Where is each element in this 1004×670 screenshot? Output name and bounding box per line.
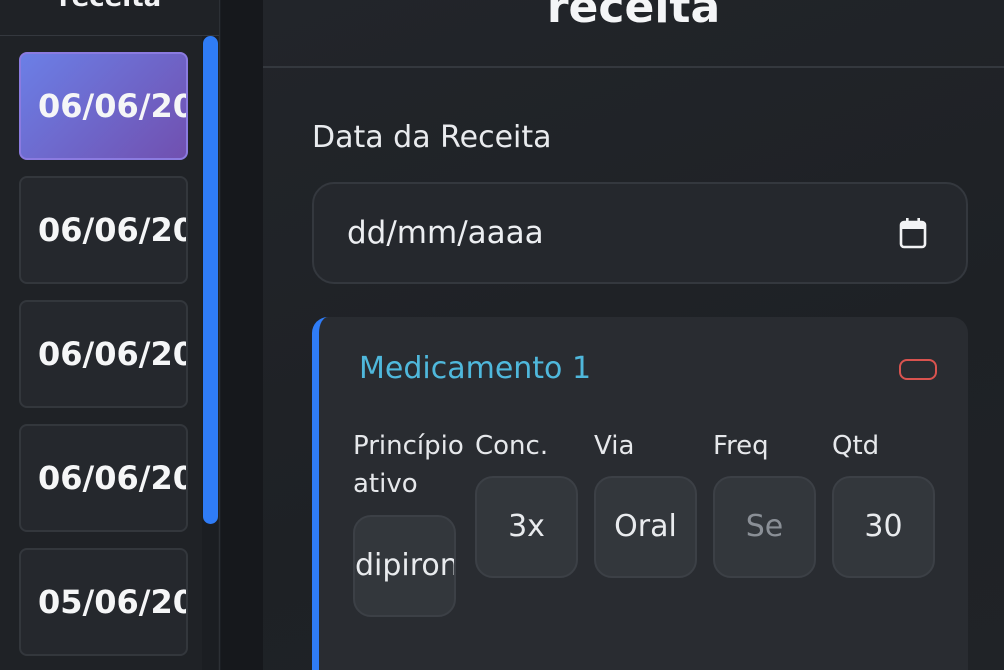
- date-input[interactable]: dd/mm/aaaa: [312, 182, 968, 284]
- history-item[interactable]: 05/06/2025: [19, 548, 188, 656]
- date-label: Data da Receita: [312, 120, 552, 155]
- principio-label: Princípio ativo: [353, 431, 464, 499]
- history-list: 06/06/2025 06/06/2025 06/06/2025 06/06/2…: [0, 36, 219, 670]
- conc-label: Conc.: [475, 431, 549, 461]
- sidebar-scrollbar-thumb[interactable]: [203, 36, 218, 524]
- freq-label: Freq: [713, 431, 769, 461]
- history-item[interactable]: 06/06/2025: [19, 52, 188, 160]
- medication-card: Medicamento 1 Princípio ativo dipirona C…: [312, 317, 968, 670]
- history-item[interactable]: 06/06/2025: [19, 300, 188, 408]
- via-label: Via: [594, 431, 635, 461]
- history-item[interactable]: 06/06/2025: [19, 176, 188, 284]
- prescription-form: receita Data da Receita dd/mm/aaaa Medic…: [263, 0, 1004, 670]
- principio-input[interactable]: dipirona: [353, 515, 456, 617]
- remove-medication-button[interactable]: [899, 359, 937, 380]
- freq-input[interactable]: Se: [713, 476, 816, 578]
- form-header: receita: [263, 0, 1004, 68]
- qtd-input[interactable]: 30: [832, 476, 935, 578]
- calendar-icon[interactable]: [899, 217, 927, 249]
- via-input[interactable]: Oral: [594, 476, 697, 578]
- conc-input[interactable]: 3x: [475, 476, 578, 578]
- history-sidebar: receita 06/06/2025 06/06/2025 06/06/2025…: [0, 0, 220, 670]
- sidebar-title: receita: [0, 0, 219, 36]
- medication-title: Medicamento 1: [359, 351, 592, 386]
- qtd-label: Qtd: [832, 431, 880, 461]
- history-item[interactable]: 06/06/2025: [19, 424, 188, 532]
- panel-gutter: [221, 0, 263, 670]
- page-title: receita: [546, 0, 721, 33]
